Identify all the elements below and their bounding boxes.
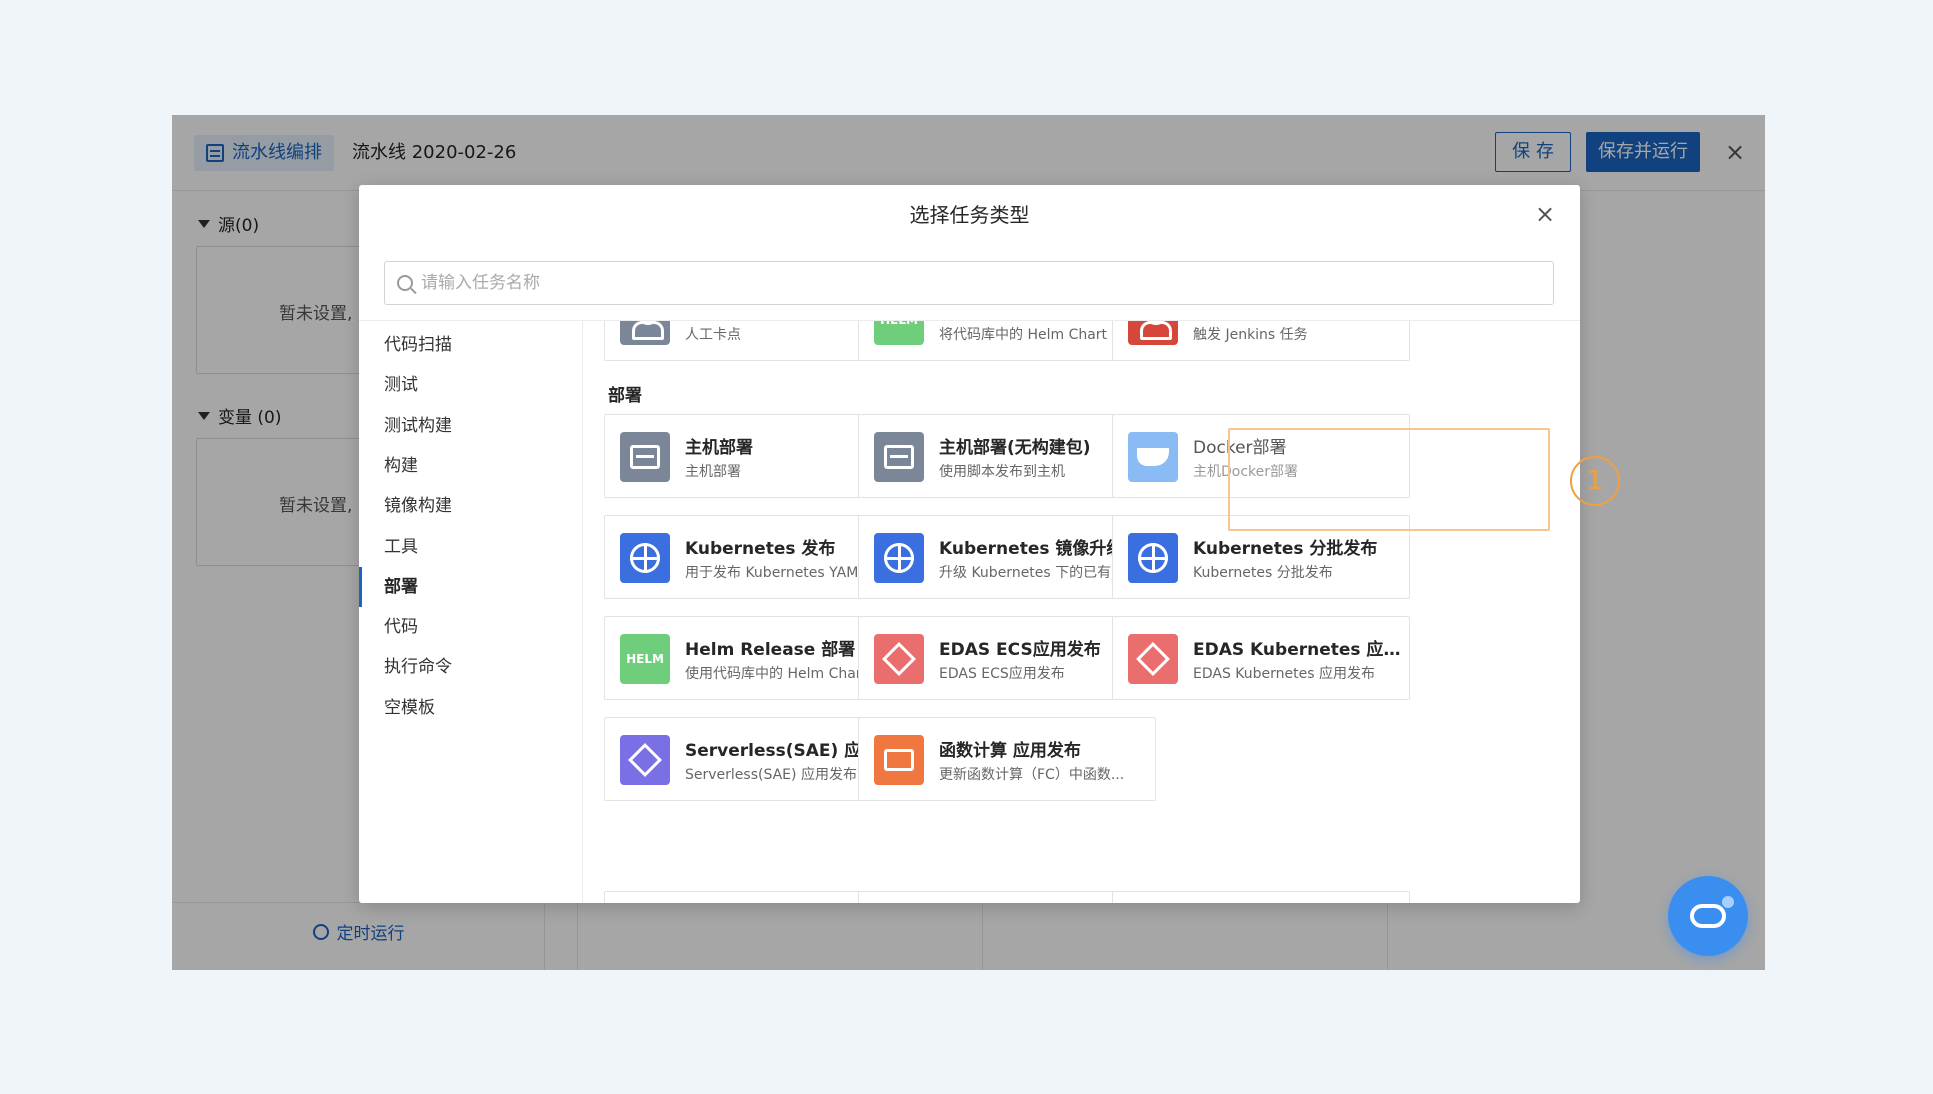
group-title-deploy: 部署 — [608, 386, 642, 406]
task-card-title: 函数计算 应用发布 — [939, 741, 1081, 761]
helm-icon: HELM — [874, 321, 924, 345]
server-icon — [874, 432, 924, 482]
modal-title: 选择任务类型 — [909, 203, 1030, 227]
highlight-box — [1228, 428, 1550, 531]
sae-icon — [620, 735, 670, 785]
jenkins-icon — [1128, 321, 1178, 345]
category-item[interactable]: 测试构建 — [359, 406, 583, 446]
category-item[interactable]: 测试 — [359, 365, 583, 405]
task-card[interactable]: 函数计算 应用发布更新函数计算（FC）中函数... — [858, 717, 1156, 801]
task-card-desc: 触发 Jenkins 任务 — [1193, 327, 1308, 343]
chat-bubble-icon — [1690, 904, 1726, 928]
category-item[interactable]: 代码 — [359, 607, 583, 647]
task-card[interactable]: EDAS Kubernetes 应用... EDAS Kubernetes 应用发… — [1112, 616, 1410, 700]
kubernetes-icon — [620, 533, 670, 583]
edas-icon — [874, 634, 924, 684]
task-search-input[interactable] — [421, 263, 1553, 303]
function-compute-icon — [874, 735, 924, 785]
task-search[interactable] — [384, 261, 1554, 305]
task-card[interactable] — [1112, 891, 1410, 903]
modal-body: 代码扫描测试测试构建构建镜像构建工具部署代码执行命令空模板 部署 代码 人工卡点… — [359, 320, 1580, 903]
kubernetes-icon — [1128, 533, 1178, 583]
chat-support-button[interactable] — [1668, 876, 1748, 956]
task-card-area: 部署 代码 人工卡点HELM将代码库中的 Helm Chart ...触发 Je… — [583, 321, 1580, 903]
notification-dot — [1722, 896, 1734, 908]
edas-icon — [1128, 634, 1178, 684]
category-item[interactable]: 执行命令 — [359, 647, 583, 687]
server-icon — [620, 432, 670, 482]
close-icon[interactable]: × — [1532, 201, 1558, 227]
category-item[interactable]: 代码扫描 — [359, 325, 583, 365]
task-card-desc: EDAS Kubernetes 应用发布 — [1193, 666, 1375, 682]
category-item[interactable]: 部署 — [359, 566, 583, 607]
helm-icon: HELM — [620, 634, 670, 684]
task-card[interactable]: 触发 Jenkins 任务 — [1112, 321, 1410, 361]
task-card-desc: 更新函数计算（FC）中函数... — [939, 767, 1125, 783]
person-icon — [620, 321, 670, 345]
task-type-modal: 选择任务类型 × 代码扫描测试测试构建构建镜像构建工具部署代码执行命令空模板 部… — [359, 185, 1580, 903]
task-card-title: EDAS Kubernetes 应用... — [1193, 640, 1401, 660]
task-card-desc: Kubernetes 分批发布 — [1193, 565, 1333, 581]
search-icon — [397, 275, 413, 291]
kubernetes-icon — [874, 533, 924, 583]
category-item[interactable]: 空模板 — [359, 688, 583, 728]
category-item[interactable]: 构建 — [359, 446, 583, 486]
category-item[interactable]: 镜像构建 — [359, 486, 583, 526]
category-item[interactable]: 工具 — [359, 527, 583, 567]
category-list: 代码扫描 测试 测试构建 构建 镜像构建 工具 部署 代码 执行命令 空模板 — [359, 321, 583, 903]
docker-icon — [1128, 432, 1178, 482]
task-card-title: Kubernetes 分批发布 — [1193, 539, 1378, 559]
step-callout: 1 — [1570, 456, 1620, 506]
